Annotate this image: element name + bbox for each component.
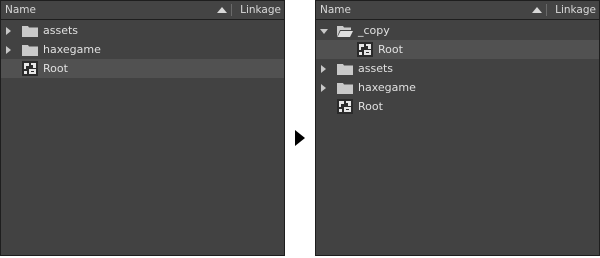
folder-icon	[337, 83, 353, 94]
name-column-header[interactable]: Name	[5, 1, 36, 19]
library-item-copy[interactable]: _copy	[316, 21, 599, 40]
open-folder-icon	[337, 26, 353, 37]
library-item-root[interactable]: Root	[1, 59, 284, 78]
library-item-haxegame[interactable]: haxegame	[1, 40, 284, 59]
collapse-arrow-icon[interactable]	[320, 29, 328, 34]
sort-ascending-icon[interactable]	[217, 7, 227, 13]
library-panel-after: Name Linkage _copy Root assets haxegame …	[315, 0, 600, 256]
column-divider[interactable]	[231, 4, 232, 16]
name-column-header[interactable]: Name	[320, 1, 351, 19]
sort-ascending-icon[interactable]	[532, 7, 542, 13]
column-header: Name Linkage	[1, 1, 284, 20]
column-divider[interactable]	[546, 4, 547, 16]
library-item-label: assets	[43, 24, 79, 37]
movieclip-symbol-icon	[22, 61, 38, 76]
library-item-assets[interactable]: assets	[316, 59, 599, 78]
library-item-haxegame[interactable]: haxegame	[316, 78, 599, 97]
library-item-label: haxegame	[358, 81, 416, 94]
expand-arrow-icon[interactable]	[6, 46, 11, 54]
library-item-label: Root	[358, 100, 383, 113]
library-item-label: Root	[378, 43, 403, 56]
library-item-assets[interactable]: assets	[1, 21, 284, 40]
library-item-label: assets	[358, 62, 394, 75]
library-item-label: Root	[43, 62, 68, 75]
folder-icon	[337, 64, 353, 75]
linkage-column-header[interactable]: Linkage	[555, 1, 596, 19]
linkage-column-header[interactable]: Linkage	[240, 1, 281, 19]
transition-arrow-icon	[295, 130, 305, 146]
movieclip-symbol-icon	[357, 42, 373, 57]
comparison-stage: Name Linkage assets haxegame Root Name L…	[0, 0, 600, 258]
column-header: Name Linkage	[316, 1, 599, 20]
expand-arrow-icon[interactable]	[321, 65, 326, 73]
library-panel-before: Name Linkage assets haxegame Root	[0, 0, 285, 256]
library-item-root-nested[interactable]: Root	[316, 40, 599, 59]
library-item-label: _copy	[358, 24, 390, 37]
expand-arrow-icon[interactable]	[6, 27, 11, 35]
library-item-label: haxegame	[43, 43, 101, 56]
folder-icon	[22, 26, 38, 37]
folder-icon	[22, 45, 38, 56]
expand-arrow-icon[interactable]	[321, 84, 326, 92]
library-item-root[interactable]: Root	[316, 97, 599, 116]
movieclip-symbol-icon	[337, 99, 353, 114]
